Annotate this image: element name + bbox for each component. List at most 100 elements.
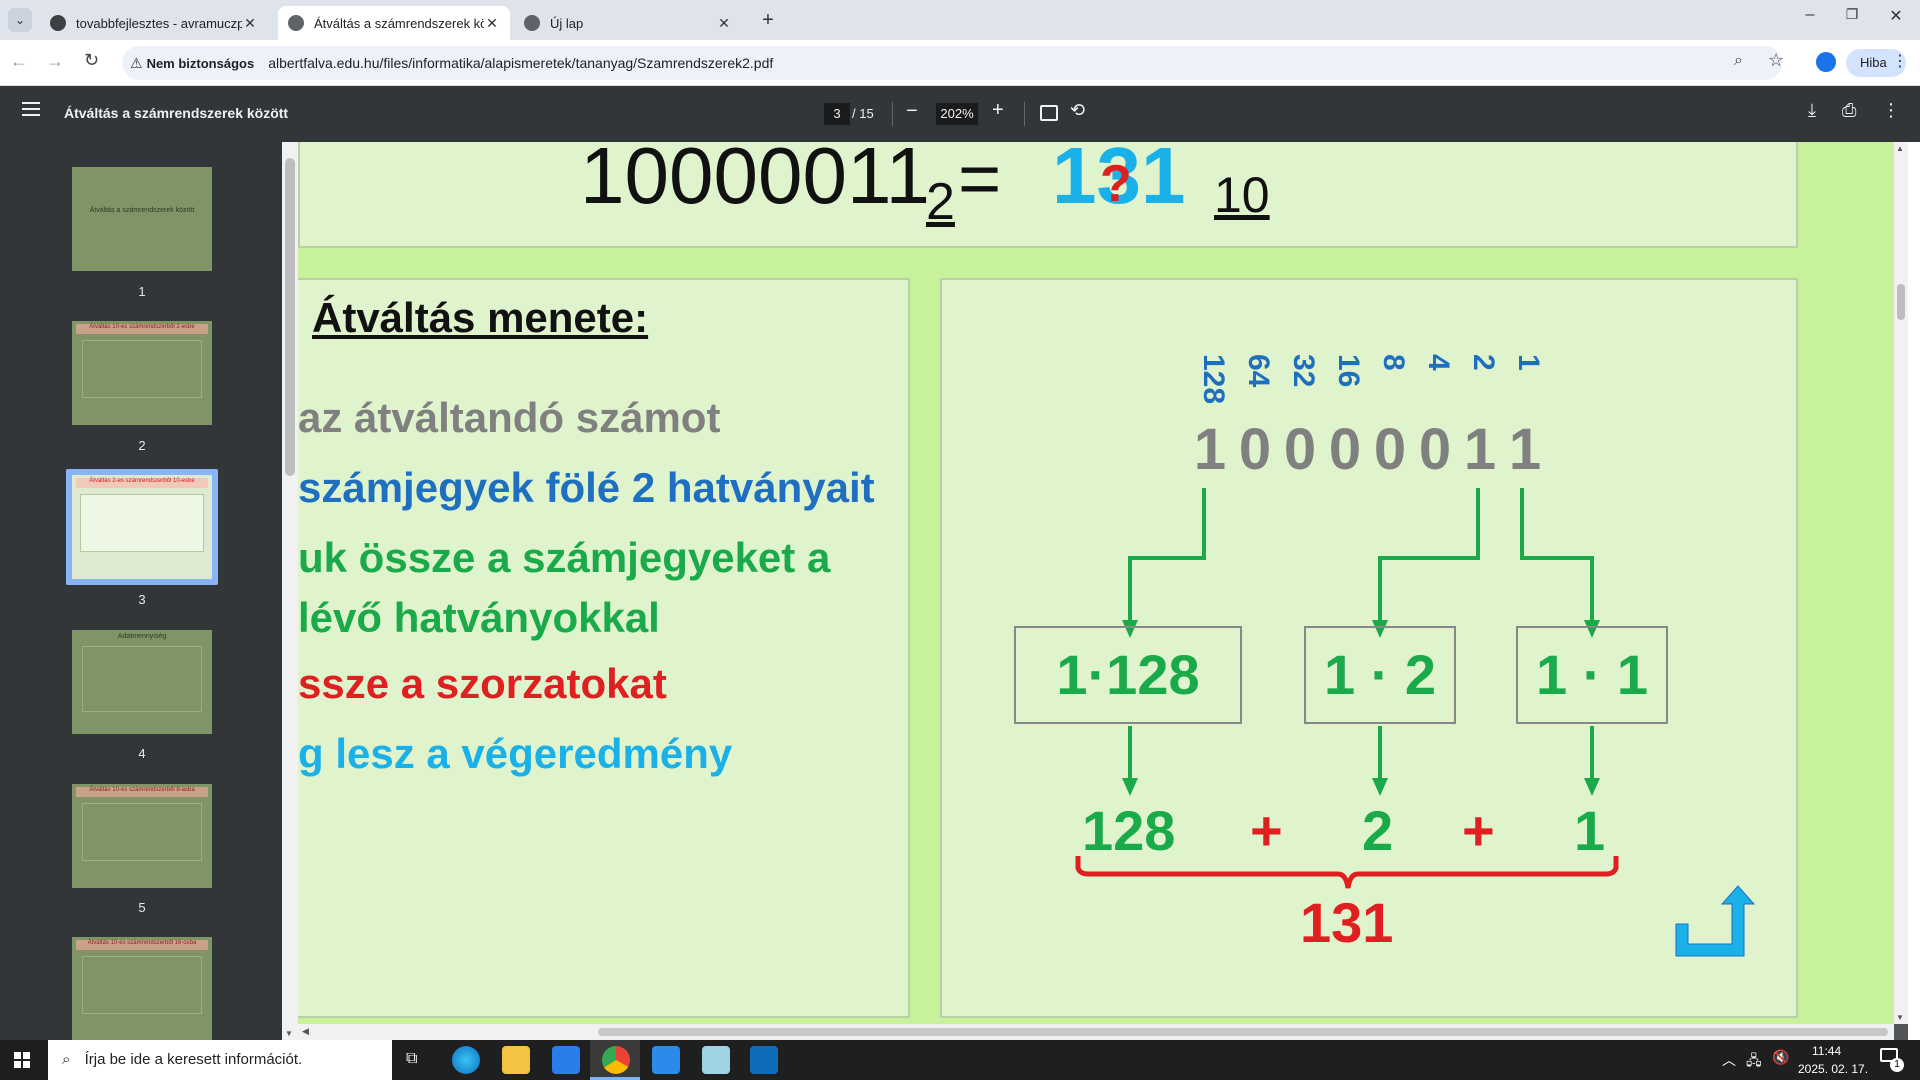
zoom-out-button[interactable]: − [906,100,918,123]
vscode-icon[interactable] [652,1046,680,1074]
power-label-2: 2 [1467,354,1500,371]
task-view-icon[interactable]: ⧉ [406,1050,417,1068]
thumbnail-page-4[interactable]: Adatmennyiség [72,630,212,734]
profile-avatar[interactable] [1816,52,1836,72]
zoom-input[interactable]: 202% [936,103,978,125]
notification-icon[interactable]: 1 [1880,1048,1904,1072]
bookmark-star-icon[interactable]: ☆ [1768,50,1784,71]
close-icon[interactable]: ✕ [242,15,258,32]
power-label-1: 1 [1512,354,1545,371]
edge-icon[interactable] [452,1046,480,1074]
tab-search-button[interactable]: ⌄ [8,8,32,32]
thumbnail-number: 1 [138,284,146,299]
thumbnail-page-6[interactable]: Átváltás 10-es számrendszerből 16-osba [72,937,212,1041]
toolbar-divider [892,102,893,126]
thumbnail-caption: Adatmennyiség [117,633,167,640]
globe-icon [524,15,540,31]
pdf-title: Átváltás a számrendszerek között [64,105,289,121]
profile-error-label: Hiba [1860,55,1887,70]
connector-lines [1075,488,1756,957]
page-total: / 15 [852,106,874,121]
print-icon[interactable]: ⎙ [1842,100,1856,121]
github-icon [50,15,66,31]
viewer-bottom-scrollbar[interactable]: ◀ [298,1024,1894,1040]
power-label-64: 64 [1242,354,1275,388]
product-box-3: 1 · 1 [1516,626,1668,724]
binary-digit: 1 [1508,417,1542,482]
back-icon[interactable]: ← [10,51,28,72]
notepad-icon[interactable] [702,1046,730,1074]
new-tab-button[interactable]: + [758,8,778,32]
thumbnail-page-2[interactable]: Átváltás 10-es számrendszerből 2-esbe [72,321,212,425]
store-icon[interactable] [552,1046,580,1074]
reload-icon[interactable]: ↻ [84,50,99,71]
scroll-left-arrow[interactable]: ◀ [302,1026,309,1037]
hamburger-menu-icon[interactable] [22,102,40,116]
thumbnail-number: 4 [138,746,146,761]
scroll-down-arrow[interactable]: ▼ [1896,1013,1904,1022]
thumbnail-page-5[interactable]: Átváltás 10-es számrendszerből 8-asba [72,784,212,888]
notification-count: 1 [1890,1058,1904,1072]
rotate-icon[interactable]: ⟲ [1070,100,1085,121]
plus-1: + [1250,799,1283,862]
windows-start-icon[interactable] [14,1052,30,1068]
thumbnail-page-1[interactable]: Átváltás a számrendszerek között [72,167,212,271]
tab-title: Új lap [550,15,584,31]
thumbnail-sidebar: Átváltás a számrendszerek között 1 Átvál… [0,142,282,1041]
file-explorer-icon[interactable] [502,1046,530,1074]
page-number-input[interactable]: 3 [824,103,850,125]
close-window-button[interactable]: ✕ [1884,6,1908,30]
tab-github[interactable]: tovabbfejlesztes - avramuczpist ✕ [40,6,268,40]
chrome-icon[interactable] [602,1046,630,1074]
binary-digit: 0 [1418,417,1452,482]
term-3: 1 [1574,799,1606,862]
fit-page-icon[interactable] [1040,105,1058,121]
pdf-toolbar: Átváltás a számrendszerek között 3 / 15 … [0,86,1920,142]
term-1: 128 [1082,799,1176,862]
product-1: 1·128 [1056,643,1200,706]
thumbnail-number: 2 [138,438,146,453]
taskbar-search-box[interactable]: ⌕ Írja be ide a keresett információt. [48,1040,392,1080]
forward-icon[interactable]: → [46,51,64,72]
scrollbar-thumb[interactable] [1897,284,1905,320]
zoom-value: 202% [940,106,974,121]
plus-2: + [1462,799,1495,862]
toolbar-divider [1024,102,1025,126]
scrollbar-thumb[interactable] [598,1028,1888,1036]
url-text[interactable]: albertfalva.edu.hu/files/informatika/ala… [268,55,773,71]
omnibox[interactable]: ⚠ Nem biztonságos albertfalva.edu.hu/fil… [122,46,1782,80]
close-icon[interactable]: ✕ [716,15,732,32]
scroll-up-arrow[interactable]: ▲ [1896,144,1904,153]
tab-pdf[interactable]: Átváltás a számrendszerek közö ✕ [278,6,510,40]
viewer-left-scrollbar[interactable]: ▼ [282,142,298,1040]
warning-icon[interactable]: ⚠ [130,55,143,72]
tray-chevron-icon[interactable]: ︿ [1722,1050,1736,1070]
pdf-page-3: 10000011 2 = 131 ? 10 Átváltás menete: a… [298,142,1908,1024]
power-label-8: 8 [1377,354,1410,371]
tab-new[interactable]: Új lap ✕ [514,6,742,40]
volume-icon[interactable]: 🔇 [1772,1049,1789,1066]
scroll-down-arrow[interactable]: ▼ [285,1029,293,1038]
search-icon: ⌕ [62,1051,71,1068]
thumbnail-page-3-selected[interactable]: Átváltás 2-es számrendszerből 10-esbe [66,469,218,585]
clock-date[interactable]: 2025. 02. 17. [1798,1062,1878,1076]
restore-button[interactable]: ❐ [1840,6,1864,30]
download-icon[interactable]: ⤓ [1808,100,1816,121]
pdf-viewer[interactable]: 10000011 2 = 131 ? 10 Átváltás menete: a… [298,142,1908,1040]
more-actions-icon[interactable]: ⋮ [1882,100,1900,121]
zoom-in-button[interactable]: + [992,99,1004,122]
outlook-icon[interactable] [750,1046,778,1074]
viewer-right-scrollbar[interactable]: ▲ ▼ [1894,142,1908,1024]
minimize-button[interactable]: – [1798,6,1822,30]
scrollbar-thumb[interactable] [285,158,295,476]
thumbnail-number: 3 [138,592,146,607]
power-label-128: 128 [1197,354,1230,405]
binary-digit: 0 [1373,417,1407,482]
kebab-menu-icon[interactable]: ⋮ [1892,51,1908,71]
network-icon[interactable]: 🖧 [1746,1050,1762,1074]
tab-title: Átváltás a számrendszerek közö [314,15,484,31]
security-chip[interactable]: Nem biztonságos [147,56,255,71]
close-icon[interactable]: ✕ [484,15,500,32]
binary-digit: 0 [1283,417,1317,482]
zoom-icon[interactable]: ⌕ [1734,52,1743,70]
